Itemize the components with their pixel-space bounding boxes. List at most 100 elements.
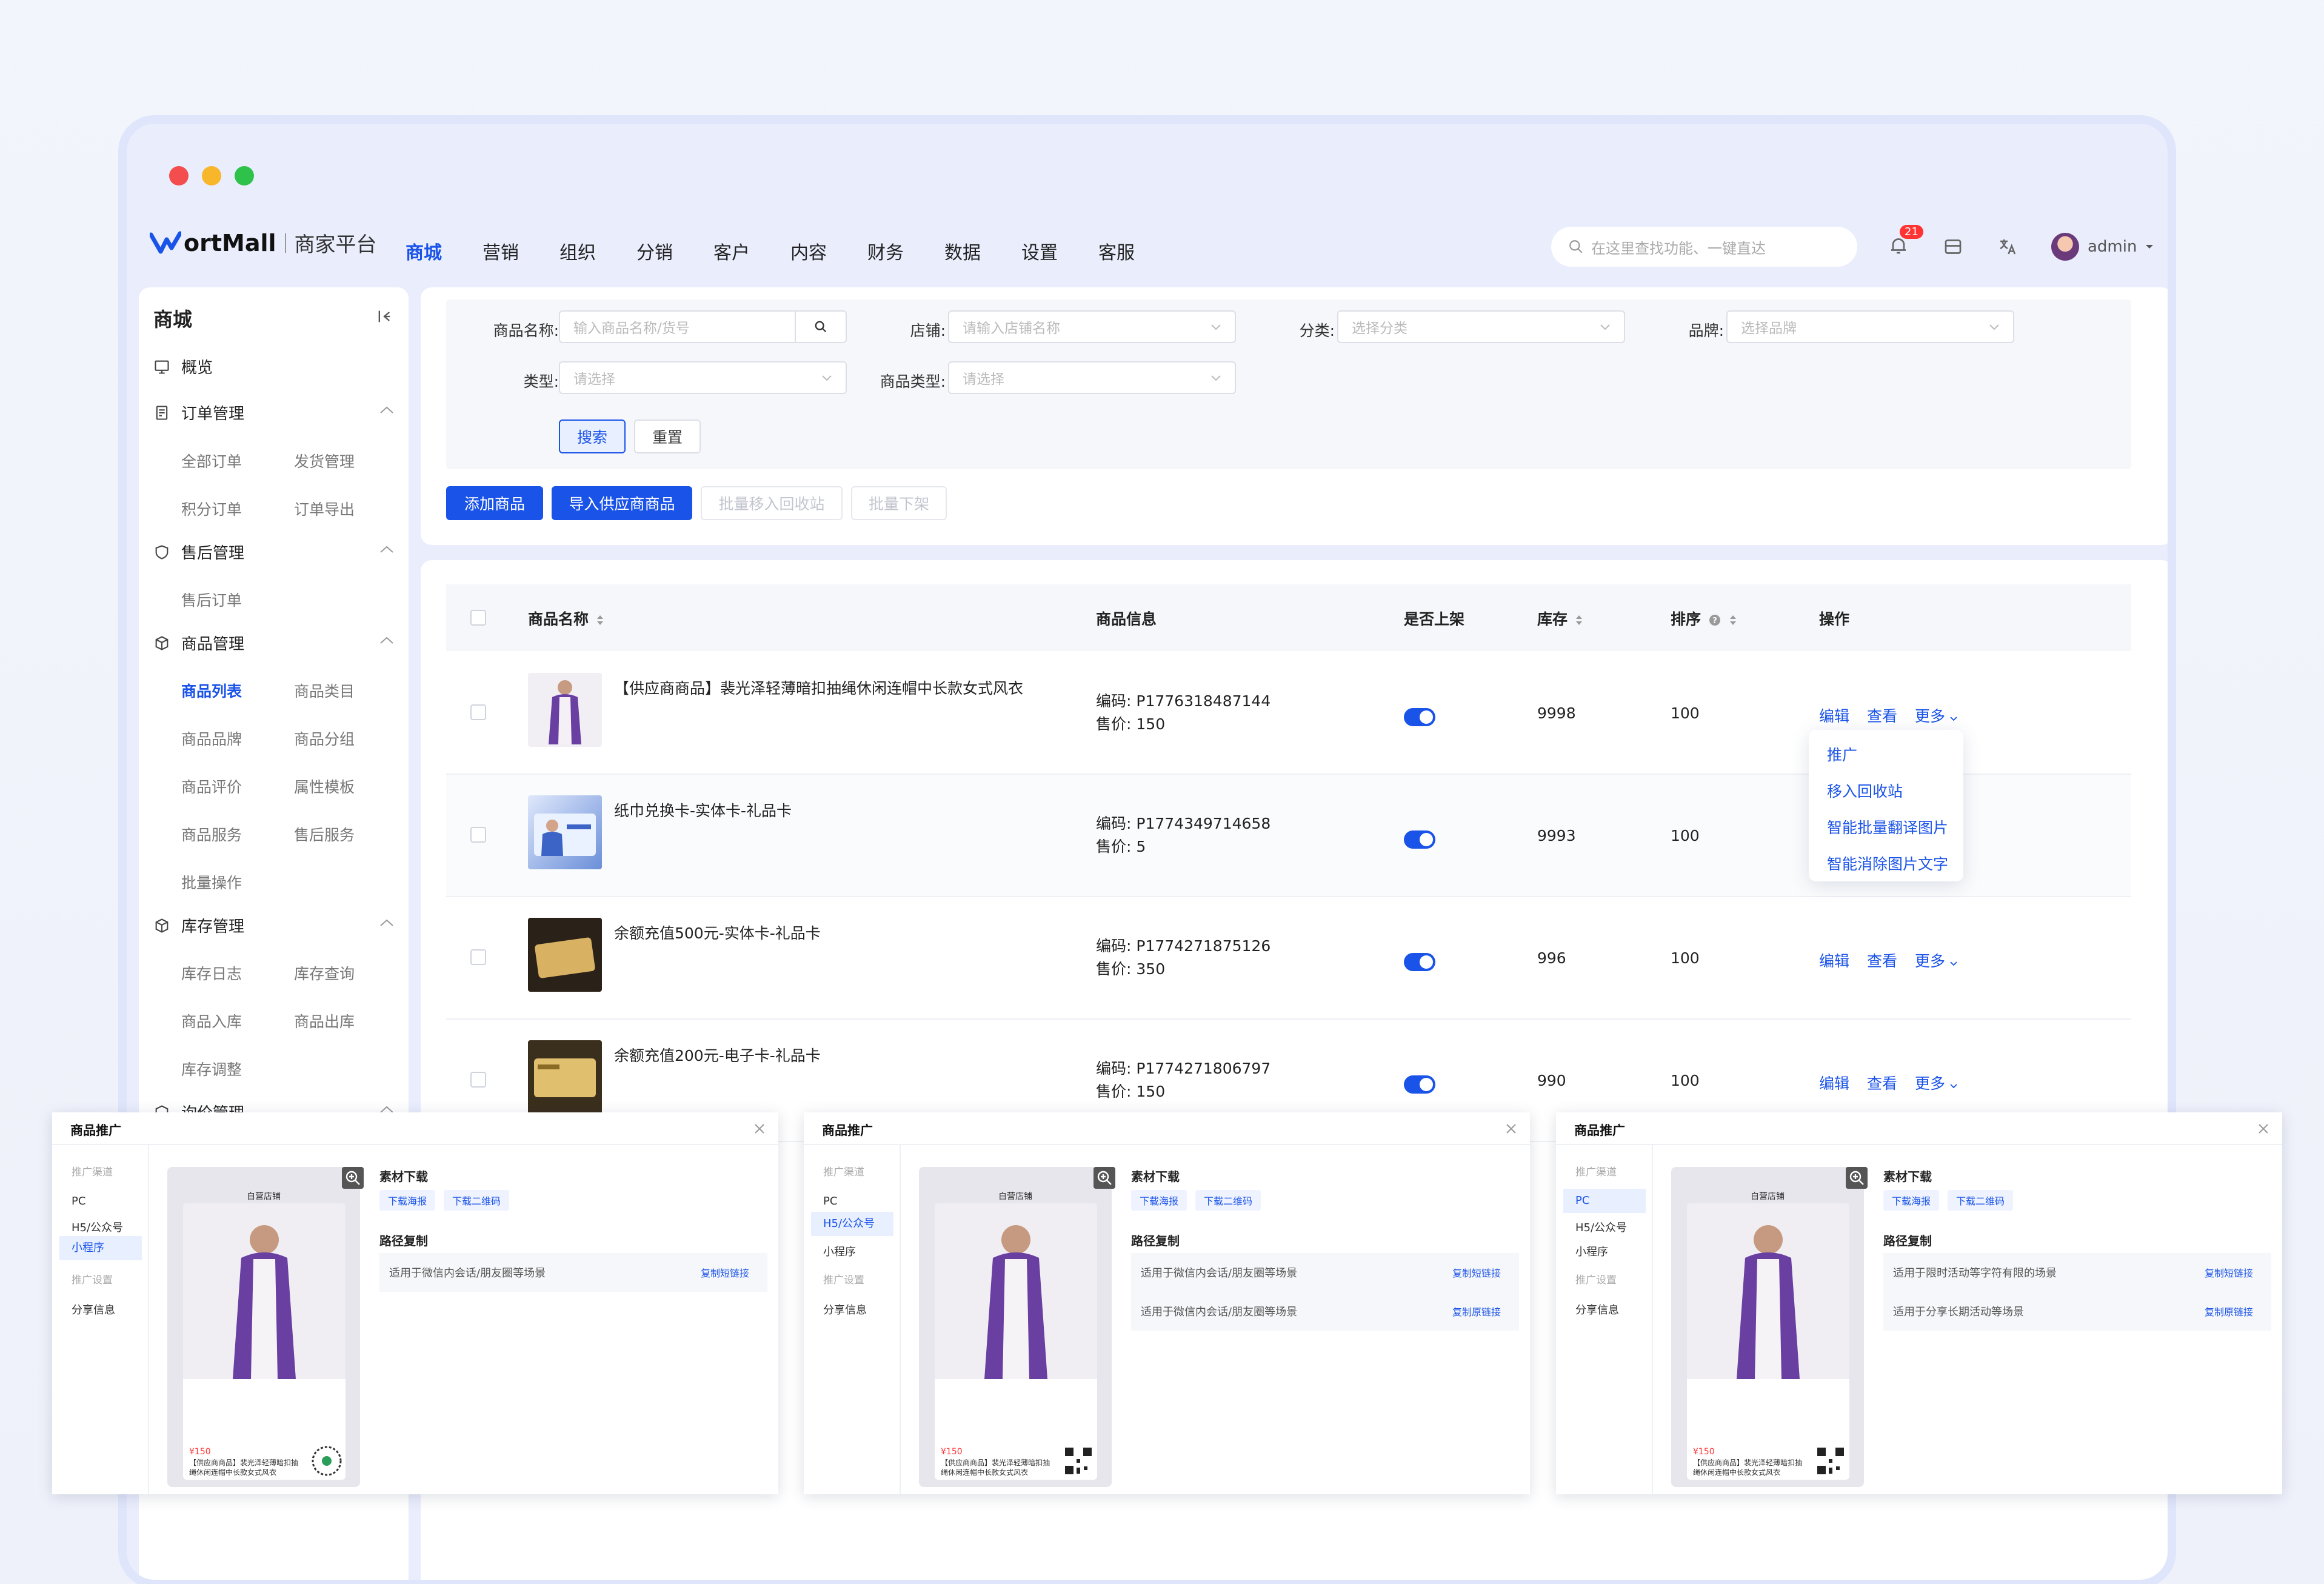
logo[interactable]: ortMall 商家平台 (150, 228, 377, 258)
download-qr-button[interactable]: 下载二维码 (1195, 1190, 1261, 1211)
more-link[interactable]: 更多 (1915, 949, 1957, 971)
side-item-mini-program[interactable]: 小程序 (59, 1236, 142, 1260)
view-link[interactable]: 查看 (1867, 1072, 1897, 1094)
sidebar-group-orders[interactable]: 订单管理 (153, 401, 393, 424)
sidebar-item-goods-list[interactable]: 商品列表 (181, 680, 242, 701)
goods-thumbnail[interactable] (528, 673, 602, 747)
side-item-pc[interactable]: PC (72, 1195, 85, 1208)
translate-icon[interactable] (1997, 236, 2018, 258)
side-item-share[interactable]: 分享信息 (1575, 1302, 1619, 1317)
sidebar-item-goods-brand[interactable]: 商品品牌 (181, 727, 242, 749)
sidebar-item-shipping[interactable]: 发货管理 (294, 450, 355, 472)
goods-name[interactable]: 余额充值500元-实体卡-礼品卡 (614, 921, 821, 943)
sidebar-item-stock-adjust[interactable]: 库存调整 (181, 1058, 242, 1080)
row-checkbox[interactable] (470, 827, 486, 843)
more-link[interactable]: 更多 (1915, 1072, 1957, 1094)
download-poster-button[interactable]: 下载海报 (1883, 1190, 1940, 1211)
sidebar-item-aftersale-orders[interactable]: 售后订单 (181, 589, 242, 610)
type-filter-select[interactable]: 请选择 (559, 361, 847, 394)
goods-name[interactable]: 纸巾兑换卡-实体卡-礼品卡 (614, 799, 792, 821)
category-filter-select[interactable]: 选择分类 (1337, 310, 1625, 343)
on-shelf-toggle[interactable] (1404, 830, 1435, 849)
sidebar-item-points-orders[interactable]: 积分订单 (181, 498, 242, 520)
close-icon[interactable] (1504, 1122, 1518, 1135)
collapse-sidebar-icon[interactable] (376, 308, 393, 325)
view-link[interactable]: 查看 (1867, 704, 1897, 726)
sidebar-item-stock-in[interactable]: 商品入库 (181, 1010, 242, 1032)
add-goods-button[interactable]: 添加商品 (446, 486, 543, 520)
sidebar-item-goods-service[interactable]: 商品服务 (181, 823, 242, 845)
menu-item-remove-image-text[interactable]: 智能消除图片文字 (1827, 852, 1948, 874)
nav-item-customer[interactable]: 客户 (713, 238, 790, 264)
on-shelf-toggle[interactable] (1404, 1075, 1435, 1094)
download-poster-button[interactable]: 下载海报 (1131, 1190, 1187, 1211)
sidebar-item-all-orders[interactable]: 全部订单 (181, 450, 242, 472)
side-item-mini-program[interactable]: 小程序 (823, 1243, 856, 1259)
zoom-icon[interactable] (1094, 1167, 1115, 1189)
brand-filter-select[interactable]: 选择品牌 (1726, 310, 2014, 343)
sidebar-item-stock-out[interactable]: 商品出库 (294, 1010, 355, 1032)
more-link[interactable]: 更多 (1915, 704, 1957, 726)
goods-name[interactable]: 【供应商商品】裴光泽轻薄暗扣抽绳休闲连帽中长款女式风衣 (614, 677, 1023, 698)
sidebar-item-batch-ops[interactable]: 批量操作 (181, 871, 242, 893)
close-icon[interactable] (2257, 1122, 2270, 1135)
side-item-pc[interactable]: PC (823, 1195, 837, 1208)
on-shelf-toggle[interactable] (1404, 708, 1435, 726)
close-icon[interactable] (753, 1122, 766, 1135)
nav-item-settings[interactable]: 设置 (1021, 238, 1098, 264)
side-item-h5[interactable]: H5/公众号 (811, 1212, 893, 1236)
shop-filter-select[interactable]: 请输入店铺名称 (948, 310, 1236, 343)
menu-item-translate-images[interactable]: 智能批量翻译图片 (1827, 816, 1948, 838)
reset-button[interactable]: 重置 (634, 419, 701, 453)
name-filter-input[interactable]: 输入商品名称/货号 (559, 310, 847, 343)
goods-thumbnail[interactable] (528, 1040, 602, 1114)
copy-link-button[interactable]: 复制短链接 (1452, 1265, 1501, 1280)
copy-link-button[interactable]: 复制原链接 (1452, 1304, 1501, 1318)
side-item-h5[interactable]: H5/公众号 (72, 1219, 123, 1235)
goods-name[interactable]: 余额充值200元-电子卡-礼品卡 (614, 1044, 821, 1066)
search-button[interactable]: 搜索 (559, 419, 626, 453)
batch-recycle-button[interactable]: 批量移入回收站 (701, 486, 843, 520)
goods-thumbnail[interactable] (528, 795, 602, 869)
nav-item-finance[interactable]: 财务 (867, 238, 944, 264)
minimize-window-button[interactable] (202, 166, 221, 185)
copy-link-button[interactable]: 复制短链接 (2205, 1265, 2253, 1280)
header-name[interactable]: 商品名称 (528, 607, 604, 629)
side-item-share[interactable]: 分享信息 (823, 1302, 867, 1317)
header-sort[interactable]: 排序? (1671, 607, 1737, 629)
sidebar-item-goods-group[interactable]: 商品分组 (294, 727, 355, 749)
sidebar-group-goods[interactable]: 商品管理 (153, 632, 393, 654)
side-item-h5[interactable]: H5/公众号 (1575, 1219, 1627, 1235)
batch-off-shelf-button[interactable]: 批量下架 (851, 486, 947, 520)
sidebar-item-stock-log[interactable]: 库存日志 (181, 962, 242, 984)
sidebar-item-overview[interactable]: 概览 (153, 355, 213, 378)
select-all-checkbox[interactable] (470, 610, 486, 626)
goods-type-filter-select[interactable]: 请选择 (948, 361, 1236, 394)
sidebar-item-attr-template[interactable]: 属性模板 (294, 775, 355, 797)
goods-thumbnail[interactable] (528, 918, 602, 992)
header-stock[interactable]: 库存 (1537, 607, 1583, 629)
edit-link[interactable]: 编辑 (1819, 949, 1849, 971)
nav-item-distribution[interactable]: 分销 (636, 238, 713, 264)
edit-link[interactable]: 编辑 (1819, 704, 1849, 726)
nav-item-organization[interactable]: 组织 (559, 238, 636, 264)
row-checkbox[interactable] (470, 1072, 486, 1088)
menu-item-promote[interactable]: 推广 (1827, 743, 1857, 765)
global-search-input[interactable]: 在这里查找功能、一键直达 (1551, 227, 1857, 267)
nav-item-content[interactable]: 内容 (790, 238, 867, 264)
sidebar-item-stock-query[interactable]: 库存查询 (294, 962, 355, 984)
copy-link-button[interactable]: 复制短链接 (701, 1265, 749, 1280)
sidebar-item-aftersale-service[interactable]: 售后服务 (294, 823, 355, 845)
nav-item-marketing[interactable]: 营销 (482, 238, 559, 264)
nav-item-service[interactable]: 客服 (1098, 238, 1175, 264)
close-window-button[interactable] (169, 166, 189, 185)
row-checkbox[interactable] (470, 704, 486, 720)
import-supplier-goods-button[interactable]: 导入供应商商品 (552, 486, 692, 520)
side-item-pc[interactable]: PC (1563, 1189, 1646, 1213)
on-shelf-toggle[interactable] (1404, 953, 1435, 971)
zoom-icon[interactable] (1846, 1167, 1868, 1189)
sidebar-item-goods-category[interactable]: 商品类目 (294, 680, 355, 701)
edit-link[interactable]: 编辑 (1819, 1072, 1849, 1094)
store-icon[interactable] (1942, 236, 1964, 258)
sidebar-item-order-export[interactable]: 订单导出 (294, 498, 355, 520)
